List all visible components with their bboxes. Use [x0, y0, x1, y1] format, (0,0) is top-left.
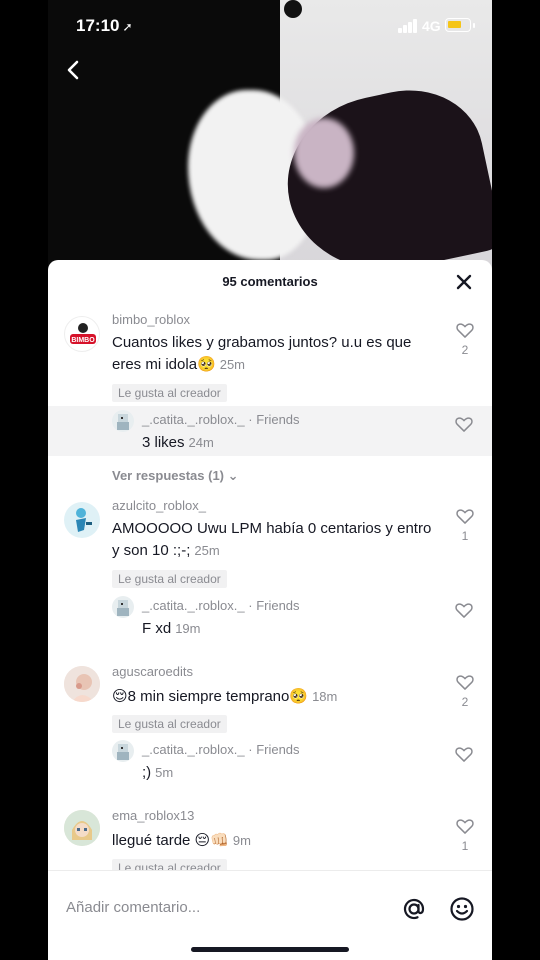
home-indicator[interactable]: [191, 947, 349, 952]
bimbo-logo-icon: BIMBO: [70, 323, 96, 344]
avatar[interactable]: BIMBO: [64, 316, 100, 352]
reply-item: _.catita._.roblox._ · Friends 3 likes 24m: [48, 406, 492, 456]
like-count: 1: [461, 839, 469, 853]
reply-username[interactable]: _.catita._.roblox._ · Friends: [142, 742, 300, 757]
comments-header: 95 comentarios: [48, 260, 492, 302]
chevron-left-icon: [67, 60, 79, 80]
like-count: 2: [461, 695, 469, 709]
comment-username[interactable]: aguscaroedits: [112, 664, 193, 679]
creator-liked-badge: Le gusta al creador: [112, 859, 227, 870]
comment-time: 25m: [219, 357, 246, 372]
heart-icon[interactable]: [454, 414, 474, 434]
reply-text: 3 likes 24m: [142, 434, 214, 451]
comment-username[interactable]: azulcito_roblox_: [112, 498, 206, 513]
like-button[interactable]: 2: [452, 672, 478, 709]
creator-liked-badge: Le gusta al creador: [112, 384, 227, 402]
status-bar: 17:10 ➚ 4G: [48, 0, 492, 52]
close-icon: [456, 274, 472, 290]
view-replies-button[interactable]: Ver respuestas (1) ⌄: [112, 468, 239, 484]
reply-username[interactable]: _.catita._.roblox._ · Friends: [142, 598, 300, 613]
comment-time: 25m: [194, 543, 220, 558]
like-count: 2: [461, 343, 469, 357]
heart-icon[interactable]: [454, 744, 474, 764]
comment-input-bar: Añadir comentario...: [48, 870, 492, 960]
comment-time: 9m: [232, 833, 251, 848]
heart-icon: [456, 323, 474, 338]
battery-icon: [445, 18, 475, 32]
comment-text: Cuantos likes y grabamos juntos? u.u es …: [112, 334, 412, 373]
heart-icon: [456, 509, 474, 524]
svg-text:BIMBO: BIMBO: [71, 337, 95, 344]
like-button[interactable]: 1: [452, 506, 478, 543]
comment-username[interactable]: bimbo_roblox: [112, 312, 190, 327]
avatar[interactable]: [64, 666, 100, 702]
comment-item: azulcito_roblox_ AMOOOOO Uwu LPM había 0…: [48, 498, 492, 598]
comment-text: AMOOOOO Uwu LPM había 0 centarios y entr…: [112, 520, 432, 559]
creator-liked-badge: Le gusta al creador: [112, 570, 227, 588]
heart-icon: [456, 819, 474, 834]
avatar[interactable]: [112, 410, 134, 432]
comment-time: 18m: [312, 689, 338, 704]
comment-text: llegué tarde 😔👊🏻 9m: [112, 832, 251, 849]
comment-username[interactable]: ema_roblox13: [112, 808, 194, 823]
like-count: 1: [461, 529, 469, 543]
creator-liked-badge: Le gusta al creador: [112, 715, 227, 733]
comments-panel: 95 comentarios BIMBO bimbo_roblox Cuanto…: [48, 260, 492, 960]
at-icon: [403, 898, 425, 920]
mention-button[interactable]: [400, 895, 428, 923]
like-button[interactable]: 2: [452, 320, 478, 357]
comment-item: ema_roblox13 llegué tarde 😔👊🏻 9m Le gusta…: [48, 808, 492, 870]
back-button[interactable]: [60, 56, 88, 84]
comment-input[interactable]: Añadir comentario...: [66, 899, 200, 916]
heart-icon: [456, 675, 474, 690]
reply-item: _.catita._.roblox._ · Friends F xd 19m: [48, 592, 492, 642]
comments-count-title: 95 comentarios: [222, 274, 318, 289]
emoji-button[interactable]: [448, 895, 476, 923]
avatar[interactable]: [64, 810, 100, 846]
like-button[interactable]: 1: [452, 816, 478, 853]
avatar[interactable]: [64, 502, 100, 538]
reply-text: ;) 5m: [142, 764, 174, 781]
signal-bars-icon: [398, 19, 418, 33]
comment-text: 😌8 min siempre temprano🥺 18m: [112, 688, 338, 705]
chevron-down-icon: ⌄: [227, 468, 239, 483]
reply-text: F xd 19m: [142, 620, 201, 637]
location-arrow-icon: ➚: [122, 20, 133, 34]
reply-username[interactable]: _.catita._.roblox._ · Friends: [142, 412, 300, 427]
close-button[interactable]: [452, 270, 476, 294]
comment-item: aguscaroedits 😌8 min siempre temprano🥺 18…: [48, 664, 492, 744]
status-time: 17:10 ➚: [76, 16, 133, 35]
network-type: 4G: [422, 18, 441, 34]
comments-list[interactable]: BIMBO bimbo_roblox Cuantos likes y graba…: [48, 302, 492, 870]
reply-item: _.catita._.roblox._ · Friends ;) 5m: [48, 736, 492, 786]
smiley-icon: [450, 897, 474, 921]
heart-icon[interactable]: [454, 600, 474, 620]
phone-screen: 17:10 ➚ 4G 95 comentarios BIMBO bimbo_ro…: [48, 0, 492, 960]
avatar[interactable]: [112, 740, 134, 762]
avatar[interactable]: [112, 596, 134, 618]
